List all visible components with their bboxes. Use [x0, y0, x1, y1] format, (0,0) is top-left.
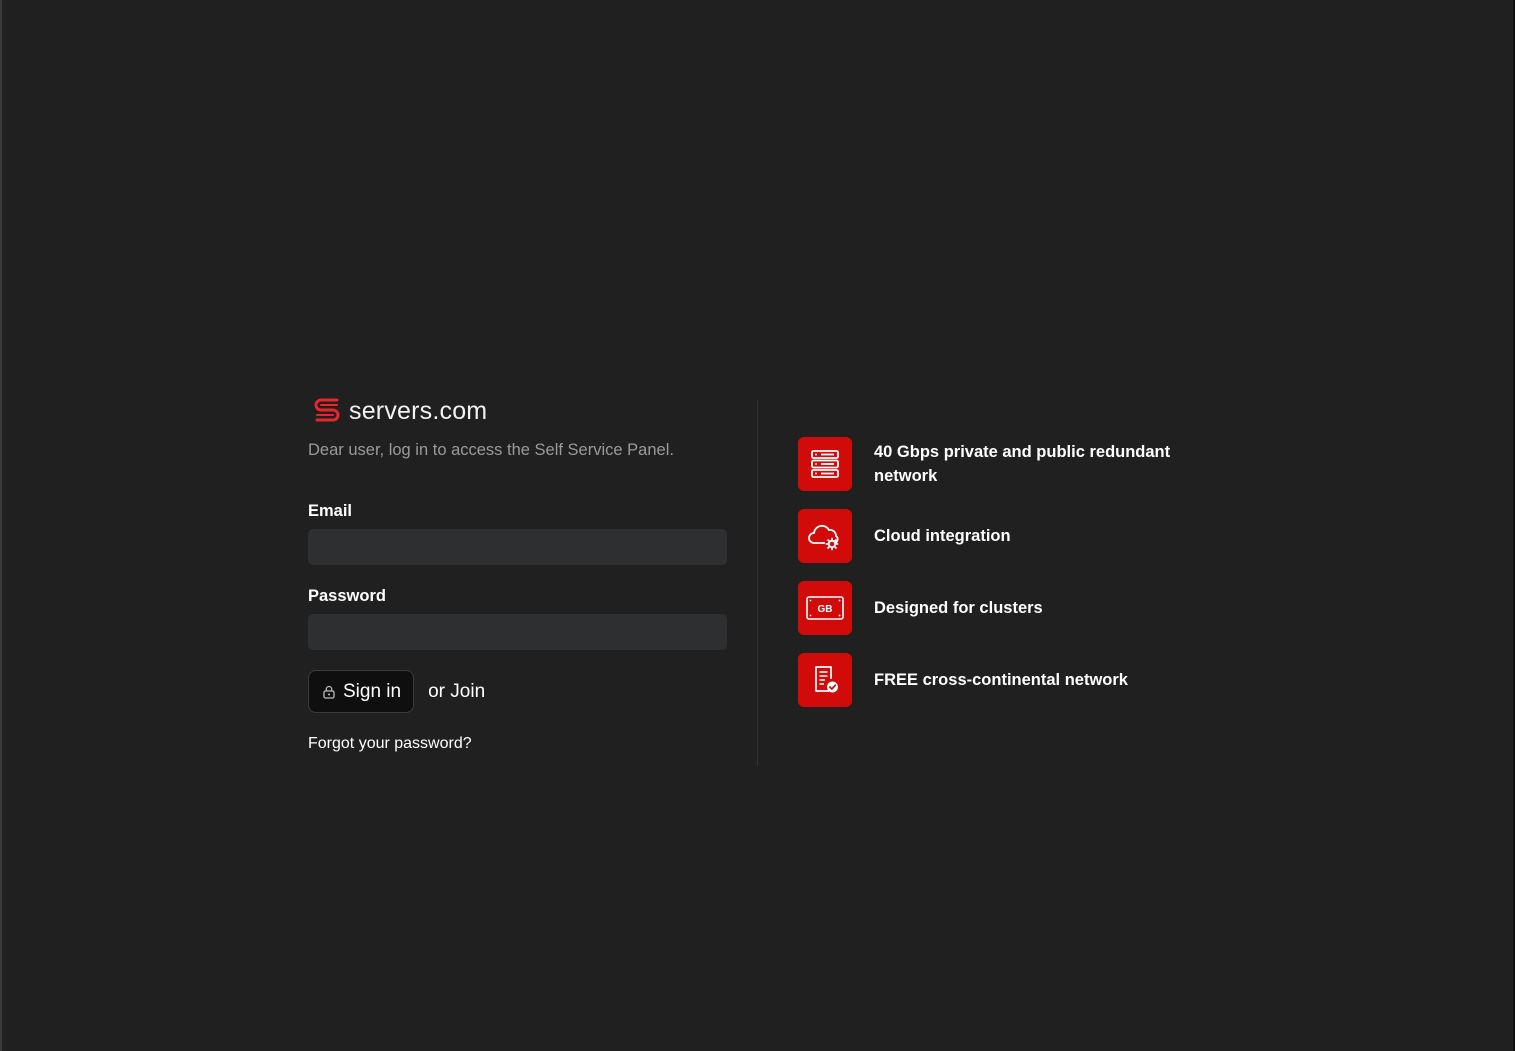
feature-item: FREE cross-continental network [798, 653, 1208, 707]
gb-icon-text: GB [818, 604, 833, 615]
email-label: Email [308, 502, 353, 520]
login-form-panel: servers.com Dear user, log in to access … [308, 395, 728, 753]
brand-logo[interactable]: servers.com [313, 395, 728, 427]
brand-name: servers.com [349, 396, 488, 425]
gb-memory-icon: GB [798, 581, 852, 635]
vertical-divider [757, 400, 758, 765]
cloud-gear-icon [798, 509, 852, 563]
feature-text: 40 Gbps private and public redundant net… [874, 443, 1171, 485]
feature-text: Cloud integration [874, 527, 1011, 545]
feature-item: 40 Gbps private and public redundant net… [798, 437, 1208, 491]
features-list: 40 Gbps private and public redundant net… [798, 437, 1208, 725]
login-container: servers.com Dear user, log in to access … [308, 395, 1208, 767]
password-field[interactable] [308, 614, 727, 650]
feature-item: GB Designed for clusters [798, 581, 1208, 635]
window-edge-left [0, 0, 2, 1051]
login-subtitle: Dear user, log in to access the Self Ser… [308, 441, 674, 459]
server-stack-icon [798, 437, 852, 491]
join-link[interactable]: or Join [428, 681, 485, 703]
document-check-icon [798, 653, 852, 707]
lock-icon [323, 685, 335, 699]
sign-in-label: Sign in [343, 680, 402, 702]
password-label: Password [308, 587, 386, 605]
email-field[interactable] [308, 529, 727, 565]
sign-in-button[interactable]: Sign in [308, 670, 415, 713]
feature-text: Designed for clusters [874, 599, 1043, 617]
feature-item: Cloud integration [798, 509, 1208, 563]
servers-logo-icon [314, 398, 340, 422]
form-actions: Sign in or Join [308, 670, 728, 713]
forgot-password-link[interactable]: Forgot your password? [308, 735, 472, 753]
feature-text: FREE cross-continental network [874, 671, 1128, 689]
